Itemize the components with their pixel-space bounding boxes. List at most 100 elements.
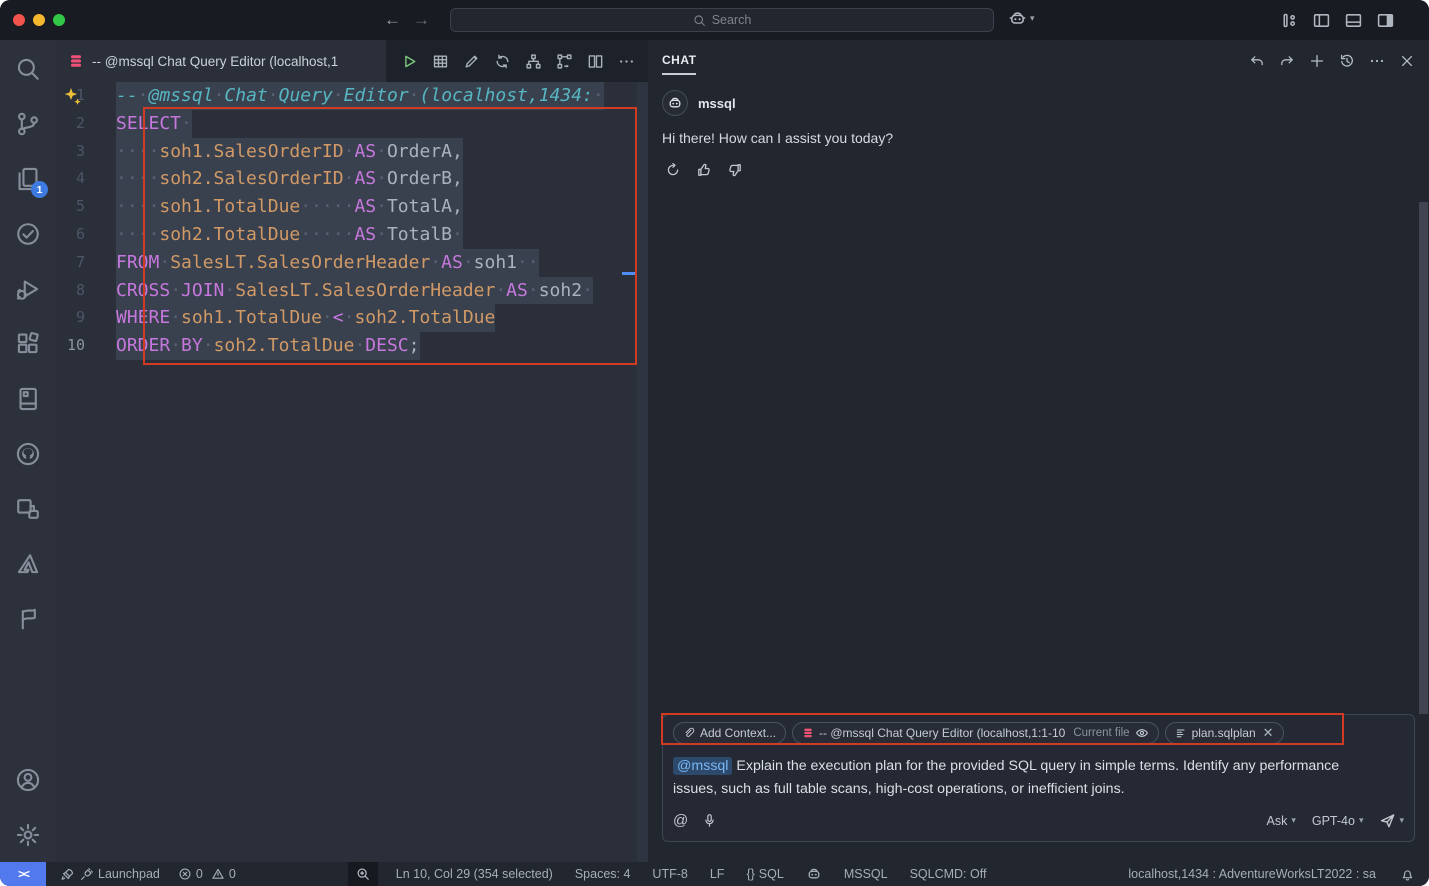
more-icon[interactable] [1365, 49, 1389, 73]
back-arrow-icon[interactable]: ← [384, 10, 401, 30]
search-icon [15, 56, 41, 82]
sidebar-item-github[interactable] [0, 426, 56, 481]
line-number: 8 [56, 277, 116, 305]
sidebar-item-extensions[interactable] [0, 316, 56, 371]
eol-indicator[interactable]: LF [710, 867, 725, 881]
sidebar-item-testing[interactable] [0, 206, 56, 261]
line-number: 6 [56, 221, 116, 249]
search-input[interactable]: Search [450, 8, 994, 32]
selected-text: ····soh1.TotalDue·····AS·TotalA, [116, 193, 463, 221]
mssql-indicator[interactable]: MSSQL [844, 867, 888, 881]
sidebar-item-settings[interactable] [0, 807, 56, 862]
code-line-2[interactable]: 2SELECT· [56, 110, 637, 138]
undo-icon[interactable] [1245, 49, 1269, 73]
code-line-10[interactable]: 10ORDER·BY·soh2.TotalDue·DESC; [56, 332, 637, 360]
minimize-window-button[interactable] [33, 14, 45, 26]
cursor-position[interactable]: Ln 10, Col 29 (354 selected) [396, 867, 553, 881]
mention-picker-button[interactable]: @ [673, 812, 688, 829]
chat-mode-dropdown[interactable]: Ask▾ [1266, 814, 1295, 828]
sidebar-item-accounts[interactable] [0, 752, 56, 807]
model-picker-dropdown[interactable]: GPT-4o▾ [1312, 814, 1364, 828]
add-context-button[interactable]: Add Context... [673, 722, 786, 744]
results-grid-icon[interactable] [427, 48, 453, 74]
chat-input-text[interactable]: @mssql Explain the execution plan for th… [673, 755, 1341, 800]
error-icon [178, 867, 192, 881]
connection-indicator[interactable]: localhost,1434 : AdventureWorksLT2022 : … [1128, 867, 1376, 881]
code-line-5[interactable]: 5····soh1.TotalDue·····AS·TotalA, [56, 193, 637, 221]
rocket-icon [60, 867, 75, 882]
toggle-sidebar-icon[interactable] [1312, 11, 1331, 30]
sidebar-item-search[interactable] [0, 41, 56, 96]
forward-arrow-icon[interactable]: → [413, 10, 430, 30]
indentation-indicator[interactable]: Spaces: 4 [575, 867, 631, 881]
copilot-status-icon[interactable] [806, 866, 822, 882]
selected-text: ORDER·BY·soh2.TotalDue·DESC; [116, 332, 420, 360]
copilot-menu-button[interactable]: ▾ [1008, 9, 1035, 28]
customize-layout-icon[interactable] [1280, 11, 1299, 30]
model-label: GPT-4o [1312, 814, 1355, 828]
chat-panel-header: CHAT [648, 40, 1429, 82]
copilot-sparkle-icon[interactable] [63, 87, 83, 107]
eye-icon[interactable] [1135, 726, 1149, 740]
code-line-1[interactable]: 1--·@mssql·Chat·Query·Editor·(localhost,… [56, 82, 637, 110]
notifications-bell-icon[interactable] [1400, 867, 1415, 882]
sidebar-item-remote-explorer[interactable] [0, 481, 56, 536]
close-window-button[interactable] [13, 14, 25, 26]
change-connection-icon[interactable] [489, 48, 515, 74]
accounts-icon [15, 767, 41, 793]
sqlcmd-indicator[interactable]: SQLCMD: Off [910, 867, 987, 881]
chat-scrollbar[interactable] [1419, 202, 1428, 714]
chat-input-container[interactable]: Add Context... -- @mssql Chat Query Edit… [662, 714, 1415, 842]
sidebar-item-notebooks[interactable] [0, 371, 56, 426]
sidebar-item-source-control[interactable] [0, 96, 56, 151]
redo-icon[interactable] [1275, 49, 1299, 73]
more-actions-icon[interactable] [613, 48, 639, 74]
tab-mssql-chat-query-editor[interactable]: -- @mssql Chat Query Editor (localhost,1 [56, 40, 386, 82]
line-number: 4 [56, 165, 116, 193]
edit-query-icon[interactable] [458, 48, 484, 74]
send-icon[interactable] [1379, 812, 1396, 829]
sidebar-item-run-and-debug[interactable] [0, 261, 56, 316]
thumbs-down-button[interactable] [724, 159, 746, 181]
run-query-icon[interactable] [396, 48, 422, 74]
editor-scrollbar[interactable] [637, 82, 648, 862]
chevron-down-icon[interactable]: ▾ [1399, 815, 1404, 826]
remote-indicator[interactable]: >< [0, 862, 46, 886]
zoom-window-button[interactable] [53, 14, 65, 26]
history-icon[interactable] [1335, 49, 1359, 73]
split-editor-icon[interactable] [582, 48, 608, 74]
toggle-panel-icon[interactable] [1344, 11, 1363, 30]
sidebar-item-azure[interactable] [0, 536, 56, 591]
sidebar-item-explorer[interactable]: 1 [0, 151, 56, 206]
close-icon[interactable] [1395, 49, 1419, 73]
code-line-9[interactable]: 9WHERE·soh1.TotalDue·<·soh2.TotalDue [56, 304, 637, 332]
problems-indicator[interactable]: 0 0 [178, 867, 236, 881]
code-line-8[interactable]: 8CROSS·JOIN·SalesLT.SalesOrderHeader·AS·… [56, 277, 637, 305]
thumbs-up-button[interactable] [693, 159, 715, 181]
remove-chip-icon[interactable]: ✕ [1263, 725, 1274, 741]
code-line-4[interactable]: 4····soh2.SalesOrderID·AS·OrderB, [56, 165, 637, 193]
encoding-indicator[interactable]: UTF-8 [652, 867, 687, 881]
sql-editor[interactable]: 1--·@mssql·Chat·Query·Editor·(localhost,… [56, 82, 648, 862]
launchpad-button[interactable]: Launchpad [60, 867, 160, 882]
context-chip-plan-sqlplan[interactable]: plan.sqlplan ✕ [1165, 722, 1284, 744]
context-chip-current-file[interactable]: -- @mssql Chat Query Editor (localhost,1… [792, 722, 1159, 744]
prompt-text: Explain the execution plan for the provi… [673, 758, 1339, 796]
regenerate-button[interactable] [662, 159, 684, 181]
zoom-indicator[interactable] [348, 862, 378, 886]
code-line-6[interactable]: 6····soh2.TotalDue·····AS·TotalB· [56, 221, 637, 249]
language-mode[interactable]: {} SQL [746, 867, 783, 881]
actual-plan-icon[interactable] [551, 48, 577, 74]
estimated-plan-icon[interactable] [520, 48, 546, 74]
sidebar-item-sql-database-projects[interactable] [0, 591, 56, 646]
code-line-7[interactable]: 7FROM·SalesLT.SalesOrderHeader·AS·soh1·· [56, 249, 637, 277]
microphone-icon[interactable] [702, 813, 717, 828]
tab-chat[interactable]: CHAT [662, 53, 696, 70]
selected-text: ····soh2.SalesOrderID·AS·OrderB, [116, 165, 463, 193]
new-chat-icon[interactable] [1305, 49, 1329, 73]
code-line-3[interactable]: 3····soh1.SalesOrderID·AS·OrderA, [56, 138, 637, 166]
mssql-mention: @mssql [673, 757, 732, 775]
line-number: 3 [56, 138, 116, 166]
toggle-secondary-sidebar-icon[interactable] [1376, 11, 1395, 30]
selected-text: SELECT· [116, 110, 192, 138]
